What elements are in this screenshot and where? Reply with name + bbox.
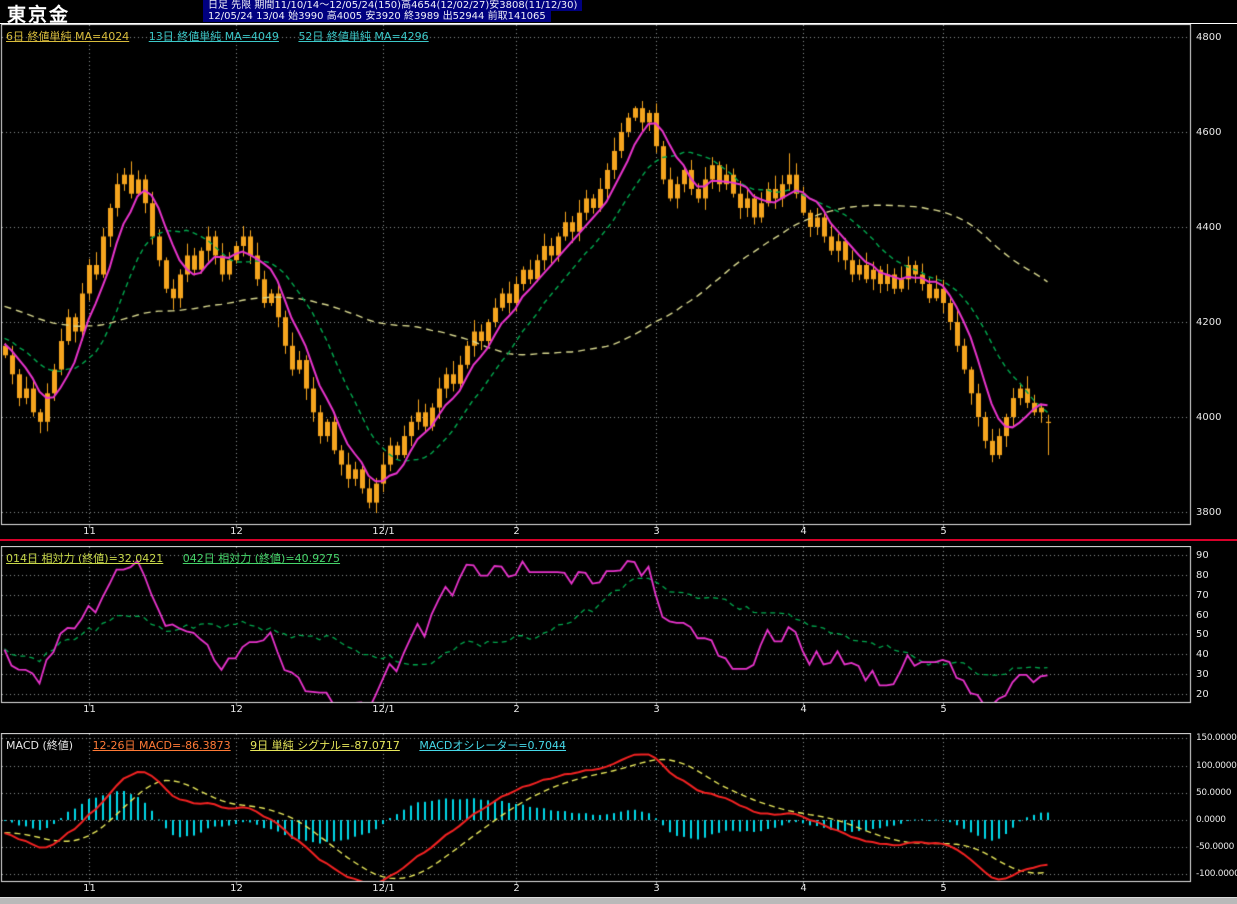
price-y-tick-label: 4400 (1196, 221, 1222, 233)
price-y-tick-label: 4000 (1196, 411, 1222, 423)
rsi-x-axis-month-label: 3 (653, 704, 660, 715)
price-x-axis-month-label: 4 (800, 526, 807, 537)
bottom-scrollbar[interactable] (0, 897, 1237, 904)
macd-y-tick-label: 100.0000 (1196, 760, 1237, 771)
rsi-x-axis-month-label: 2 (513, 704, 520, 715)
rsi-legend: 014日 相対力 (終値)=32.0421 042日 相対力 (終値)=40.9… (6, 550, 356, 566)
price-y-tick-label: 3800 (1196, 506, 1222, 518)
macd-legend: MACD (終値) 12-26日 MACD=-86.3873 9日 単純 シグナ… (6, 737, 582, 753)
macd-y-tick-label: 50.0000 (1196, 787, 1232, 798)
macd-x-axis-month-label: 5 (940, 883, 947, 894)
oscillator-value-legend-item: MACDオシレーター=0.7044 (419, 739, 567, 752)
main-chart-separator-line (0, 539, 1237, 541)
ma13-legend-item: 13日 終値単純 MA=4049 (148, 30, 279, 43)
macd-x-axis-month-label: 12 (230, 883, 243, 894)
price-x-axis-month-label: 12 (230, 526, 243, 537)
rsi-x-axis-month-label: 12/1 (372, 704, 395, 715)
macd-title-legend-item: MACD (終値) (6, 739, 74, 752)
rsi-y-tick-label: 90 (1196, 549, 1209, 561)
session-info-line-2: 12/05/24 13/04 始3990 高4005 安3920 終3989 出… (203, 11, 551, 22)
header: 東京金 日足 先限 期間11/10/14～12/05/24(150)高4654(… (0, 0, 1237, 26)
macd-x-axis-month-label: 3 (653, 883, 660, 894)
ma52-legend-item: 52日 終値単純 MA=4296 (298, 30, 429, 43)
instrument-title: 東京金 (7, 4, 71, 26)
macd-x-axis-month-label: 2 (513, 883, 520, 894)
chart-application-window: 東京金 日足 先限 期間11/10/14～12/05/24(150)高4654(… (0, 0, 1237, 904)
price-x-axis-month-label: 2 (513, 526, 520, 537)
price-x-axis-month-label: 5 (940, 526, 947, 537)
price-legend: 6日 終値単純 MA=4024 13日 終値単純 MA=4049 52日 終値単… (6, 28, 445, 44)
price-x-axis-month-label: 3 (653, 526, 660, 537)
rsi-y-tick-label: 50 (1196, 628, 1209, 640)
rsi-x-axis-month-label: 5 (940, 704, 947, 715)
signal-value-legend-item: 9日 単純 シグナル=-87.0717 (250, 739, 400, 752)
macd-y-tick-label: 0.0000 (1196, 814, 1226, 825)
price-panel: 6日 終値単純 MA=4024 13日 終値単純 MA=4049 52日 終値単… (0, 24, 1237, 538)
ma6-legend-item: 6日 終値単純 MA=4024 (6, 30, 130, 43)
rsi-panel: 014日 相対力 (終値)=32.0421 042日 相対力 (終値)=40.9… (0, 546, 1237, 718)
rsi-y-tick-label: 20 (1196, 688, 1209, 700)
rsi-y-tick-label: 60 (1196, 609, 1209, 621)
price-chart-canvas[interactable] (0, 24, 1192, 538)
rsi-x-axis-month-label: 11 (83, 704, 96, 715)
price-x-axis-month-label: 11 (83, 526, 96, 537)
macd-value-legend-item: 12-26日 MACD=-86.3873 (92, 739, 231, 752)
rsi-chart-canvas[interactable] (0, 546, 1192, 718)
rsi42-legend-item: 042日 相対力 (終値)=40.9275 (182, 552, 341, 565)
macd-chart-canvas[interactable] (0, 733, 1192, 897)
price-y-tick-label: 4800 (1196, 31, 1222, 43)
macd-x-axis-month-label: 12/1 (372, 883, 395, 894)
macd-y-tick-label: -100.0000 (1196, 868, 1237, 879)
price-x-axis-month-label: 12/1 (372, 526, 395, 537)
rsi-y-tick-label: 80 (1196, 569, 1209, 581)
macd-x-axis-month-label: 4 (800, 883, 807, 894)
macd-panel: MACD (終値) 12-26日 MACD=-86.3873 9日 単純 シグナ… (0, 733, 1237, 897)
rsi-x-axis-month-label: 4 (800, 704, 807, 715)
macd-y-tick-label: 150.0000 (1196, 732, 1237, 743)
price-y-tick-label: 4200 (1196, 316, 1222, 328)
macd-x-axis-month-label: 11 (83, 883, 96, 894)
session-info: 日足 先限 期間11/10/14～12/05/24(150)高4654(12/0… (203, 0, 583, 22)
rsi-y-tick-label: 30 (1196, 668, 1209, 680)
rsi-x-axis-month-label: 12 (230, 704, 243, 715)
rsi-y-tick-label: 70 (1196, 589, 1209, 601)
rsi14-legend-item: 014日 相対力 (終値)=32.0421 (6, 552, 164, 565)
price-y-tick-label: 4600 (1196, 126, 1222, 138)
macd-y-tick-label: -50.0000 (1196, 841, 1235, 852)
rsi-y-tick-label: 40 (1196, 648, 1209, 660)
session-info-line-1: 日足 先限 期間11/10/14～12/05/24(150)高4654(12/0… (203, 0, 583, 11)
